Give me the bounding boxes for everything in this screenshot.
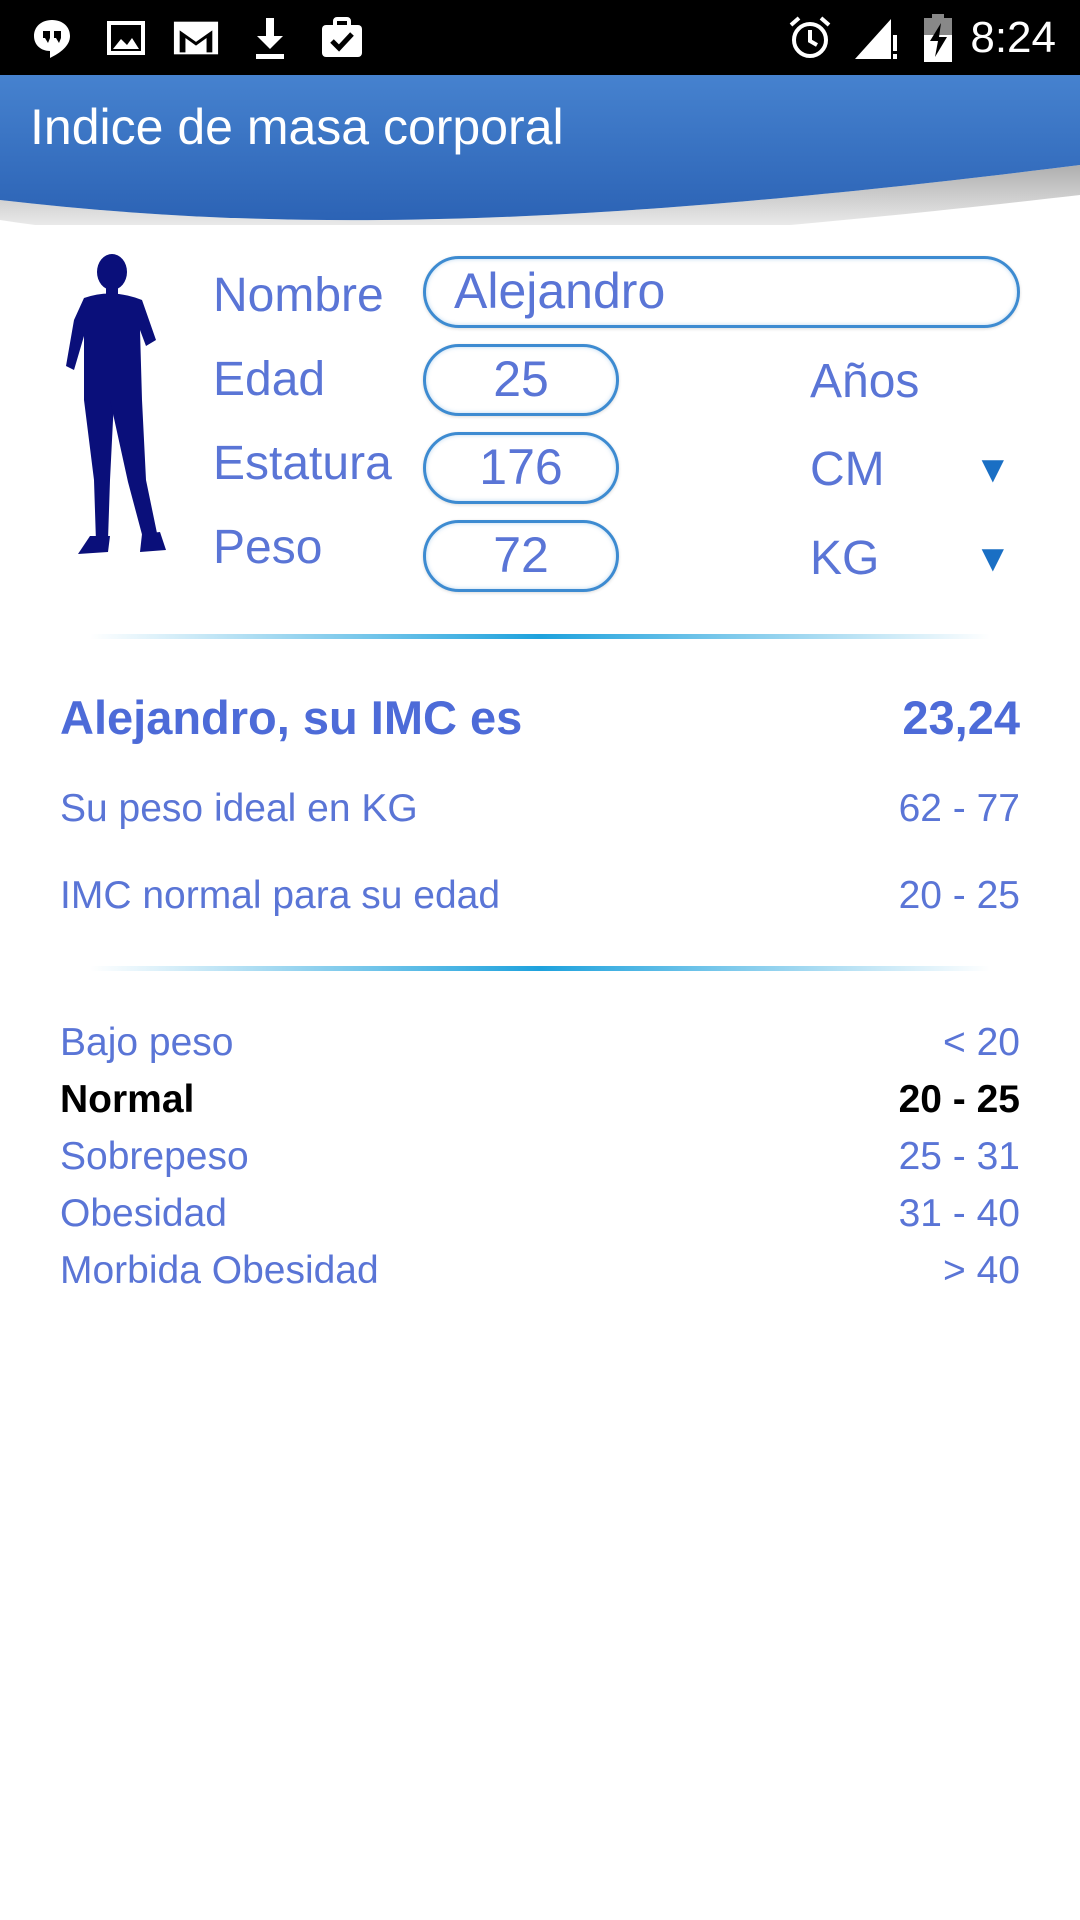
peso-unit-selector[interactable]: KG (810, 529, 879, 589)
peso-input[interactable]: 72 (423, 520, 619, 592)
category-range: < 20 (943, 1021, 1020, 1064)
category-range: > 40 (943, 1249, 1020, 1292)
image-icon (102, 14, 150, 62)
peso-dropdown-arrow-icon[interactable]: ▼ (974, 529, 1012, 589)
category-row: Bajo peso < 20 (60, 1021, 1020, 1065)
peso-label: Peso (213, 521, 323, 574)
category-range: 25 - 31 (898, 1135, 1020, 1178)
category-name: Obesidad (60, 1192, 227, 1235)
edad-label: Edad (213, 353, 326, 406)
category-range: 31 - 40 (898, 1192, 1020, 1235)
edad-input[interactable]: 25 (423, 344, 619, 416)
category-row-active: Normal 20 - 25 (60, 1078, 1020, 1122)
signal-icon (852, 14, 900, 62)
ideal-weight-row: Su peso ideal en KG 62 - 77 (60, 787, 1020, 831)
estatura-unit-selector[interactable]: CM (810, 440, 885, 500)
imc-result-row: Alejandro, su IMC es 23,24 (60, 690, 1020, 745)
app-bar: Indice de masa corporal (0, 75, 1080, 225)
nombre-label: Nombre (213, 269, 384, 322)
category-row: Obesidad 31 - 40 (60, 1192, 1020, 1236)
estatura-dropdown-arrow-icon[interactable]: ▼ (974, 440, 1012, 500)
status-bar: 8:24 (0, 0, 1080, 75)
clipboard-check-icon (318, 14, 366, 62)
normal-imc-label: IMC normal para su edad (60, 874, 501, 917)
alarm-icon (786, 14, 834, 62)
divider (90, 966, 990, 971)
download-icon (246, 14, 294, 62)
imc-result-value: 23,24 (902, 691, 1020, 744)
estatura-input[interactable]: 176 (423, 432, 619, 504)
imc-result-label: Alejandro, su IMC es (60, 691, 523, 744)
battery-charging-icon (914, 14, 962, 62)
category-row: Morbida Obesidad > 40 (60, 1249, 1020, 1293)
edad-unit-label: Años (810, 355, 920, 408)
category-name: Bajo peso (60, 1021, 234, 1064)
person-silhouette-image (66, 254, 166, 554)
normal-imc-row: IMC normal para su edad 20 - 25 (60, 874, 1020, 918)
status-time: 8:24 (970, 13, 1056, 62)
category-range: 20 - 25 (898, 1078, 1020, 1121)
hangouts-icon (28, 14, 76, 62)
nombre-input[interactable]: Alejandro (423, 256, 1020, 328)
category-name: Morbida Obesidad (60, 1249, 379, 1292)
gmail-icon (172, 14, 220, 62)
category-name: Normal (60, 1078, 195, 1121)
category-name: Sobrepeso (60, 1135, 249, 1178)
category-row: Sobrepeso 25 - 31 (60, 1135, 1020, 1179)
divider (90, 634, 990, 639)
app-title: Indice de masa corporal (30, 99, 564, 155)
normal-imc-value: 20 - 25 (898, 874, 1020, 917)
estatura-label: Estatura (213, 437, 392, 490)
ideal-weight-label: Su peso ideal en KG (60, 787, 418, 830)
ideal-weight-value: 62 - 77 (898, 787, 1020, 830)
